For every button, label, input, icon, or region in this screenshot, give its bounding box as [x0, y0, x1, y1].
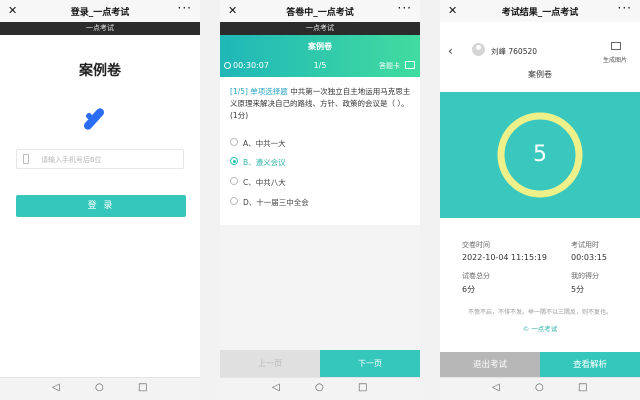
option-label: B、遵义会议	[243, 158, 286, 167]
system-nav-bar: ◁ ○ □	[220, 377, 420, 400]
home-circle-icon[interactable]: ○	[95, 382, 104, 393]
exam-title: 案例卷	[528, 70, 552, 79]
recent-square-icon[interactable]: □	[578, 382, 587, 393]
view-analysis-button[interactable]: 查看解析	[540, 352, 640, 378]
system-nav-bar: ◁ ○ □	[440, 377, 640, 400]
recent-square-icon[interactable]: □	[358, 382, 367, 393]
more-icon[interactable]: ···	[398, 1, 412, 15]
system-nav-bar: ◁ ○ □	[0, 377, 200, 400]
my-score-label: 我的得分	[571, 272, 599, 280]
titlebar: ✕ 登录_一点考试 ···	[0, 0, 200, 22]
login-screen: ✕ 登录_一点考试 ··· 一点考试 案例卷 请输入手机号后6位 登 录 ◁ ○…	[0, 0, 200, 400]
phone-icon	[23, 154, 29, 164]
brand-bar: 一点考试	[220, 22, 420, 35]
generate-image-label[interactable]: 生成图片	[603, 55, 627, 64]
motto: 不愤不启，不悱不发。举一隅不以三隅反，则不复也。	[467, 309, 612, 316]
input-placeholder: 请输入手机号后6位	[41, 156, 102, 164]
recent-square-icon[interactable]: □	[138, 382, 147, 393]
titlebar: ✕ 答卷中_一点考试 ···	[220, 0, 420, 22]
back-triangle-icon[interactable]: ◁	[492, 382, 500, 393]
next-page-button[interactable]: 下一页	[320, 350, 420, 378]
option-b[interactable]: B、遵义会议	[230, 156, 400, 168]
back-chevron-icon[interactable]: ‹	[448, 44, 453, 58]
option-label: A、中共一大	[243, 139, 286, 148]
total-label: 试卷总分	[462, 272, 490, 280]
exam-screen: ✕ 答卷中_一点考试 ··· 一点考试 案例卷 00:30:07 1/5 答题卡…	[220, 0, 420, 400]
radio-icon[interactable]	[230, 177, 238, 185]
exam-title: 案例卷	[79, 63, 121, 79]
score-value: 5	[533, 142, 547, 167]
option-d[interactable]: D、十一届三中全会	[230, 196, 400, 208]
avatar	[472, 43, 485, 56]
answer-card-icon[interactable]	[405, 61, 415, 69]
login-button[interactable]: 登 录	[16, 195, 186, 217]
back-triangle-icon[interactable]: ◁	[272, 382, 280, 393]
more-icon[interactable]: ···	[618, 1, 632, 15]
radio-icon[interactable]	[230, 138, 238, 146]
window-title: 登录_一点考试	[70, 8, 130, 18]
home-circle-icon[interactable]: ○	[535, 382, 544, 393]
exit-exam-button[interactable]: 退出考试	[440, 352, 540, 378]
back-triangle-icon[interactable]: ◁	[52, 382, 60, 393]
titlebar: ✕ 考试结果_一点考试 ···	[440, 0, 640, 22]
duration: 00:03:15	[571, 253, 607, 262]
answer-card-link[interactable]: 答题卡	[379, 61, 400, 71]
window-title: 考试结果_一点考试	[501, 8, 579, 18]
empty-area	[220, 225, 420, 350]
radio-selected-icon[interactable]	[230, 157, 238, 165]
phone-suffix-input[interactable]: 请输入手机号后6位	[16, 149, 184, 169]
option-label: C、中共八大	[243, 178, 286, 187]
brand-bar: 一点考试	[0, 22, 200, 35]
question-type: [1/5] 单项选择题	[230, 87, 288, 96]
my-score: 5分	[571, 285, 585, 294]
radio-icon[interactable]	[230, 197, 238, 205]
submit-time-label: 交卷时间	[462, 241, 490, 249]
option-c[interactable]: C、中共八大	[230, 176, 400, 188]
copyright: © 一点考试	[522, 325, 558, 333]
option-label: D、十一届三中全会	[243, 198, 309, 207]
option-a[interactable]: A、中共一大	[230, 137, 400, 149]
exam-header: 案例卷 00:30:07 1/5 答题卡	[220, 35, 420, 77]
more-icon[interactable]: ···	[178, 1, 192, 15]
total-score: 6分	[462, 285, 476, 294]
home-circle-icon[interactable]: ○	[315, 382, 324, 393]
submit-time: 2022-10-04 11:15:19	[462, 253, 547, 262]
window-title: 答卷中_一点考试	[286, 8, 354, 18]
duration-label: 考试用时	[571, 241, 599, 249]
question-text: [1/5] 单项选择题 中共第一次独立自主地运用马克思主义原理来解决自己的路线、…	[230, 86, 412, 122]
result-screen: ✕ 考试结果_一点考试 ··· ‹ 刘峰 760520 生成图片 案例卷 5 交…	[440, 0, 640, 400]
username: 刘峰 760520	[491, 47, 538, 56]
generate-image-icon[interactable]	[611, 42, 621, 50]
prev-page-button[interactable]: 上一页	[220, 350, 320, 378]
exam-title: 案例卷	[308, 42, 332, 51]
